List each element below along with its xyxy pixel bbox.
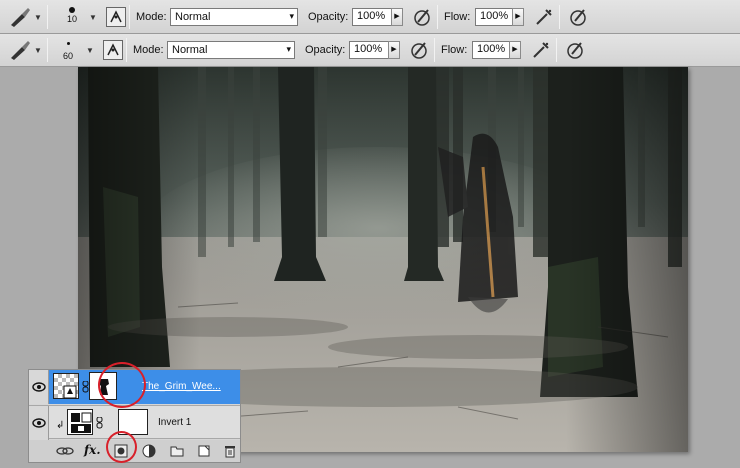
flow-input[interactable]: 100% xyxy=(475,8,513,26)
brush-preset-picker[interactable]: 10 xyxy=(58,3,86,29)
highlight-circle-mask xyxy=(98,362,146,408)
pressure-opacity-icon[interactable] xyxy=(412,7,432,27)
brush-panel-icon[interactable] xyxy=(106,7,126,27)
visibility-toggle[interactable] xyxy=(29,406,49,440)
flow-input[interactable]: 100% xyxy=(472,41,510,59)
brush-preset-chevron-icon[interactable]: ▼ xyxy=(89,13,97,22)
opacity-input[interactable]: 100% xyxy=(352,8,392,26)
layer-name[interactable]: The_Grim_Wee... xyxy=(142,381,221,392)
fx-effects-icon[interactable]: fx. xyxy=(84,443,101,459)
flow-slider-button[interactable]: ▶ xyxy=(512,8,524,26)
tool-preset-chevron-icon[interactable]: ▼ xyxy=(34,46,42,55)
airbrush-icon[interactable] xyxy=(531,40,551,60)
brush-preset-picker[interactable]: 60 xyxy=(54,36,82,62)
link-chain-icon[interactable] xyxy=(96,416,104,432)
chevron-down-icon: ▾ xyxy=(289,11,294,21)
trash-icon[interactable] xyxy=(222,443,238,459)
link-layers-icon[interactable] xyxy=(56,443,74,459)
visibility-toggle[interactable] xyxy=(29,370,49,404)
adjustment-layer-icon[interactable] xyxy=(141,443,157,459)
mode-select[interactable]: Normal ▾ xyxy=(170,8,298,26)
options-bar-top: ▼ 10 ▼ Mode: Normal ▾ Opacity: 100% ▶ Fl… xyxy=(0,0,740,34)
brush-tool-icon[interactable] xyxy=(8,39,32,61)
brush-size-label: 10 xyxy=(66,14,77,24)
flow-label: Flow: xyxy=(441,44,468,56)
chevron-down-icon: ▾ xyxy=(286,44,291,54)
mode-label: Mode: xyxy=(133,44,164,56)
brush-tool-icon[interactable] xyxy=(8,6,32,28)
pressure-size-icon[interactable] xyxy=(568,7,588,27)
brush-size-label: 60 xyxy=(62,51,73,61)
tool-preset-chevron-icon[interactable]: ▼ xyxy=(34,13,42,22)
layer-row-invert[interactable]: ↲ Invert 1 xyxy=(29,405,240,440)
opacity-slider-button[interactable]: ▶ xyxy=(388,41,400,59)
adjustment-layer-icon[interactable] xyxy=(67,409,93,435)
opacity-label: Opacity: xyxy=(305,44,346,56)
layer-thumbnail[interactable] xyxy=(53,373,79,399)
mode-select[interactable]: Normal ▾ xyxy=(167,41,295,59)
link-chain-icon[interactable] xyxy=(82,380,90,396)
opacity-input[interactable]: 100% xyxy=(349,41,389,59)
pressure-size-icon[interactable] xyxy=(565,40,585,60)
mode-label: Mode: xyxy=(136,11,167,23)
layer-name[interactable]: Invert 1 xyxy=(158,417,191,428)
brush-preset-chevron-icon[interactable]: ▼ xyxy=(86,46,94,55)
new-layer-icon[interactable] xyxy=(196,443,212,459)
folder-icon[interactable] xyxy=(169,443,185,459)
airbrush-icon[interactable] xyxy=(534,7,554,27)
mode-select-value: Normal xyxy=(175,11,211,23)
opacity-slider-button[interactable]: ▶ xyxy=(391,8,403,26)
brush-panel-icon[interactable] xyxy=(103,40,123,60)
clipping-arrow-icon: ↲ xyxy=(56,420,65,431)
highlight-circle-add-mask xyxy=(106,431,137,463)
options-bar-second: ▼ 60 ▼ Mode: Normal ▾ Opacity: 100% ▶ Fl… xyxy=(0,34,740,67)
opacity-label: Opacity: xyxy=(308,11,349,23)
pressure-opacity-icon[interactable] xyxy=(409,40,429,60)
mode-select-value: Normal xyxy=(172,44,208,56)
flow-label: Flow: xyxy=(444,11,471,23)
flow-slider-button[interactable]: ▶ xyxy=(509,41,521,59)
